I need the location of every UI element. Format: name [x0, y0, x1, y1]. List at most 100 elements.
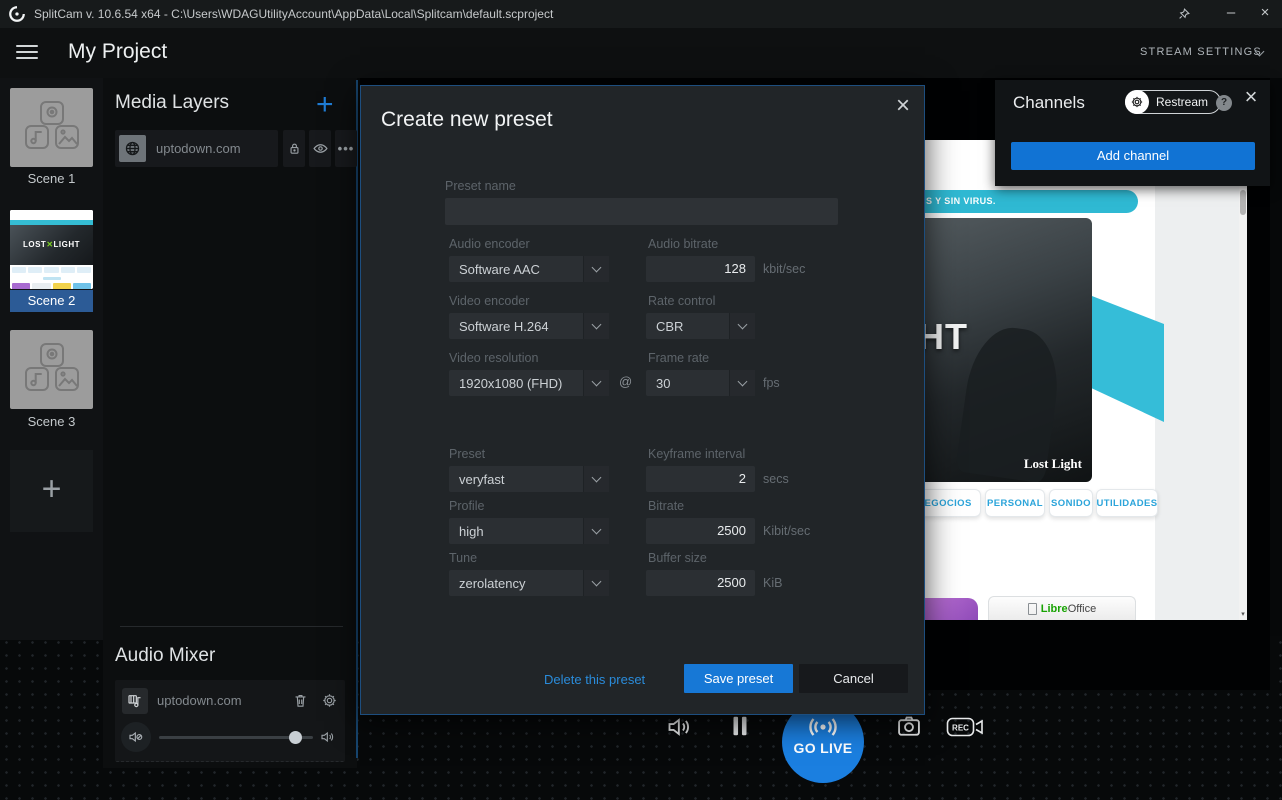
- svg-text:REC: REC: [952, 724, 969, 733]
- dialog-title: Create new preset: [381, 108, 553, 132]
- restream-label: Restream: [1156, 95, 1208, 109]
- scene-3-label[interactable]: Scene 3: [10, 411, 93, 433]
- chevron-down-icon: [583, 313, 609, 339]
- globe-icon: [119, 135, 146, 162]
- delete-preset-link[interactable]: Delete this preset: [544, 672, 645, 687]
- stream-settings-button[interactable]: STREAM SETTINGS: [1140, 46, 1262, 58]
- go-live-label: GO LIVE: [782, 740, 864, 756]
- camera-icon: [895, 712, 923, 740]
- scene-3-thumbnail[interactable]: [10, 330, 93, 409]
- keyframe-interval-label: Keyframe interval: [648, 447, 745, 461]
- buffer-size-input[interactable]: 2500: [646, 570, 755, 596]
- chevron-down-icon: [583, 370, 609, 396]
- preset-name-input[interactable]: [445, 198, 838, 225]
- mini-page-links: [10, 265, 93, 275]
- restream-button[interactable]: Restream: [1125, 90, 1221, 114]
- gear-icon: [321, 692, 338, 709]
- page-side-column: [1155, 140, 1247, 620]
- document-icon: [1028, 603, 1037, 615]
- scene-2-thumbnail[interactable]: LOST✕LIGHT: [10, 210, 93, 289]
- splitcam-logo-icon: [8, 5, 26, 23]
- audio-bitrate-label: Audio bitrate: [648, 237, 718, 251]
- chevron-down-icon: [583, 570, 609, 596]
- category-pill-utilidades: UTILIDADES: [1096, 489, 1158, 517]
- frame-rate-dropdown[interactable]: 30: [646, 370, 755, 396]
- chevron-down-icon: [729, 313, 755, 339]
- channels-close-button[interactable]: ×: [1239, 84, 1263, 110]
- rate-control-label: Rate control: [648, 294, 715, 308]
- tune-dropdown[interactable]: zerolatency: [449, 570, 609, 596]
- hamburger-menu-icon[interactable]: [16, 45, 38, 60]
- profile-dropdown[interactable]: high: [449, 518, 609, 544]
- keyframe-interval-input[interactable]: 2: [646, 466, 755, 492]
- video-resolution-dropdown[interactable]: 1920x1080 (FHD): [449, 370, 609, 396]
- window-title: SplitCam v. 10.6.54 x64 - C:\Users\WDAGU…: [34, 0, 553, 28]
- bitrate-unit: Kibit/sec: [763, 518, 810, 544]
- add-channel-button[interactable]: Add channel: [1011, 142, 1255, 170]
- eye-icon: [312, 140, 329, 157]
- mini-page-header: [10, 210, 93, 220]
- mini-page-tiles: [10, 282, 93, 289]
- audio-bitrate-input[interactable]: 128: [646, 256, 755, 282]
- scene-1-label[interactable]: Scene 1: [10, 168, 93, 190]
- mute-button[interactable]: [121, 722, 151, 752]
- project-title: My Project: [68, 40, 167, 64]
- audio-mixer-title: Audio Mixer: [115, 645, 215, 667]
- page-scrollbar: ▾: [1239, 140, 1247, 620]
- scene-2-mini-page: LOST✕LIGHT: [10, 210, 93, 289]
- mini-page-links2: [10, 275, 93, 282]
- media-layers-title: Media Layers: [115, 92, 229, 114]
- add-media-layer-button[interactable]: +: [316, 88, 334, 122]
- video-resolution-label: Video resolution: [449, 351, 538, 365]
- pause-icon: [727, 713, 753, 739]
- pause-button[interactable]: [727, 713, 753, 739]
- speaker-icon: [320, 729, 336, 745]
- preset-dropdown[interactable]: veryfast: [449, 466, 609, 492]
- libreoffice-card: LibreOffice: [988, 596, 1136, 620]
- page-banner: ATIS Y SIN VIRUS.: [905, 190, 1138, 213]
- bitrate-input[interactable]: 2500: [646, 518, 755, 544]
- profile-label: Profile: [449, 499, 484, 513]
- audio-encoder-dropdown[interactable]: Software AAC: [449, 256, 609, 282]
- screenshot-button[interactable]: [895, 712, 923, 740]
- cancel-button[interactable]: Cancel: [799, 664, 908, 693]
- dialog-close-button[interactable]: ×: [889, 92, 917, 120]
- chevron-down-icon: [583, 518, 609, 544]
- mini-page-hero: LOST✕LIGHT: [10, 225, 93, 265]
- audio-mixer-source: uptodown.com: [115, 680, 345, 762]
- delete-source-button[interactable]: [292, 692, 309, 709]
- layer-visibility-button[interactable]: [309, 130, 331, 167]
- trash-icon: [292, 692, 309, 709]
- panel-divider: [356, 80, 358, 758]
- record-button[interactable]: REC: [946, 716, 984, 738]
- source-settings-button[interactable]: [321, 692, 338, 709]
- video-encoder-dropdown[interactable]: Software H.264: [449, 313, 609, 339]
- lock-icon: [287, 141, 302, 156]
- add-scene-button[interactable]: +: [10, 450, 93, 532]
- rate-control-dropdown[interactable]: CBR: [646, 313, 755, 339]
- scrollbar-arrow-icon: ▾: [1239, 610, 1247, 618]
- minimize-button[interactable]: –: [1214, 0, 1248, 28]
- layer-more-options-button[interactable]: •••: [335, 130, 357, 167]
- bitrate-label: Bitrate: [648, 499, 684, 513]
- media-layer-row[interactable]: uptodown.com: [115, 130, 278, 167]
- buffer-size-unit: KiB: [763, 570, 782, 596]
- video-encoder-label: Video encoder: [449, 294, 529, 308]
- help-button[interactable]: ?: [1216, 95, 1232, 111]
- create-preset-dialog: Create new preset × Preset name Audio en…: [360, 85, 925, 715]
- volume-slider-thumb[interactable]: [289, 731, 302, 744]
- media-layer-name: uptodown.com: [156, 141, 241, 156]
- rec-icon: REC: [946, 716, 984, 738]
- chevron-down-icon: [583, 256, 609, 282]
- speaker-muted-icon: [128, 729, 144, 745]
- hero-caption: Lost Light: [1024, 456, 1082, 472]
- scene-1-thumbnail[interactable]: [10, 88, 93, 167]
- scene-2-label[interactable]: Scene 2: [10, 290, 93, 312]
- media-source-icon: [122, 688, 148, 714]
- restream-gear-icon: [1125, 90, 1149, 114]
- audio-output-button[interactable]: [666, 713, 694, 741]
- save-preset-button[interactable]: Save preset: [684, 664, 793, 693]
- window-close-button[interactable]: ×: [1248, 0, 1282, 28]
- lock-layer-button[interactable]: [283, 130, 305, 167]
- audio-encoder-label: Audio encoder: [449, 237, 530, 251]
